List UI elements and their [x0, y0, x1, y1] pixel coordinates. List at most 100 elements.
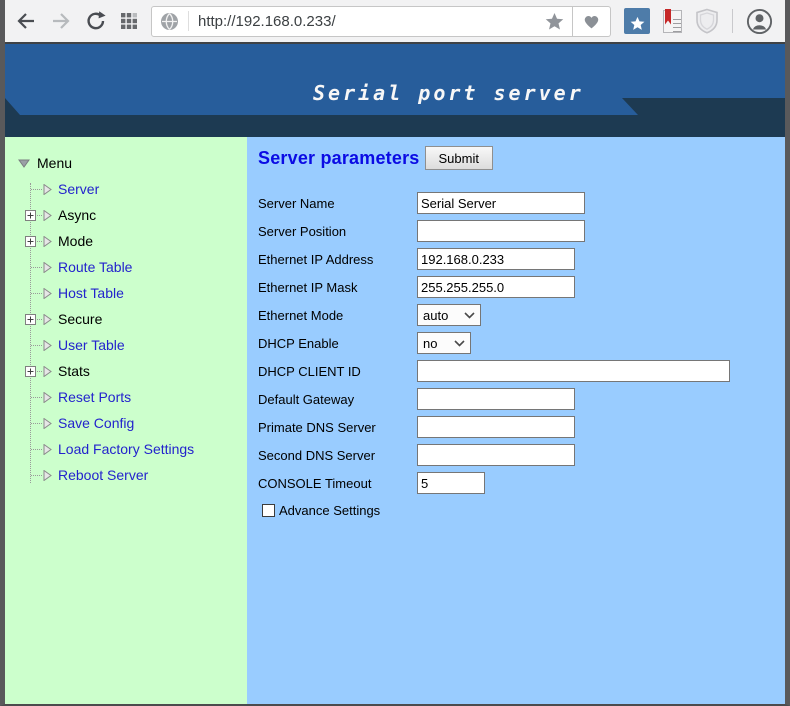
address-separator — [188, 11, 189, 31]
arrow-right-icon — [43, 366, 52, 377]
expand-plus-icon[interactable] — [25, 236, 36, 247]
extension-reading-list-button[interactable] — [663, 10, 682, 33]
reload-button[interactable] — [85, 10, 107, 32]
server-position-input[interactable] — [417, 220, 585, 242]
white-star-icon — [630, 16, 645, 31]
arrow-down-icon — [18, 159, 30, 168]
apps-grid-icon — [120, 12, 138, 30]
second-dns-server-input[interactable] — [417, 444, 575, 466]
server-name-input[interactable] — [417, 192, 585, 214]
form-row-server-position: Server Position — [258, 217, 785, 245]
form-row-dhcp-enable: DHCP Enable no — [258, 329, 785, 357]
sidebar-item-label: Load Factory Settings — [58, 441, 194, 457]
dhcp-client-id-input[interactable] — [417, 360, 730, 382]
ethernet-mode-select[interactable]: auto — [417, 304, 481, 326]
arrow-right-icon — [43, 314, 52, 325]
submit-button[interactable]: Submit — [425, 146, 493, 170]
heart-button[interactable] — [573, 6, 611, 37]
arrow-right-icon — [43, 262, 52, 273]
default-gateway-input[interactable] — [417, 388, 575, 410]
advance-settings-checkbox[interactable] — [262, 504, 275, 517]
extension-star-button[interactable] — [624, 8, 650, 34]
tree-line — [31, 449, 42, 450]
field-label: Server Name — [258, 196, 417, 211]
sidebar-item-label: Server — [58, 181, 99, 197]
sidebar-item-label: Secure — [58, 311, 102, 327]
tree-line — [31, 345, 42, 346]
form-row-ethernet-ip-address: Ethernet IP Address — [258, 245, 785, 273]
arrow-right-icon — [43, 288, 52, 299]
ethernet-ip-mask-input[interactable] — [417, 276, 575, 298]
main-panel: Server parameters Submit Server Name Serv… — [247, 137, 785, 704]
sidebar-item-route-table[interactable]: Route Table — [5, 254, 247, 280]
heart-icon — [582, 12, 601, 30]
select-value: no — [423, 336, 437, 351]
sidebar-item-load-factory-settings[interactable]: Load Factory Settings — [5, 436, 247, 462]
red-bookmark-ribbon-icon — [665, 9, 671, 25]
bookmark-star-icon[interactable] — [545, 12, 564, 31]
tree-line — [31, 267, 42, 268]
sidebar-item-label: Mode — [58, 233, 93, 249]
form-row-primate-dns-server: Primate DNS Server — [258, 413, 785, 441]
address-bar[interactable]: http://192.168.0.233/ — [151, 6, 573, 37]
sidebar-items: Server Async Mode Route Table Host Table Secu… — [5, 176, 247, 488]
sidebar-root-label: Menu — [37, 155, 72, 171]
extension-shield-button[interactable] — [695, 8, 719, 34]
sidebar-item-async[interactable]: Async — [5, 202, 247, 228]
sidebar-item-label: Route Table — [58, 259, 132, 275]
field-label: CONSOLE Timeout — [258, 476, 417, 491]
page-content: Menu Server Async Mode Route Table Host Tabl… — [5, 137, 785, 704]
apps-grid-button[interactable] — [120, 12, 138, 30]
banner: Serial port server — [5, 44, 785, 137]
expand-plus-icon[interactable] — [25, 210, 36, 221]
field-label: DHCP Enable — [258, 336, 417, 351]
arrow-right-icon — [43, 418, 52, 429]
advance-settings-row: Advance Settings — [258, 503, 785, 518]
dhcp-enable-select[interactable]: no — [417, 332, 471, 354]
sidebar-item-label: Save Config — [58, 415, 134, 431]
sidebar-root-menu[interactable]: Menu — [5, 150, 247, 176]
url-text: http://192.168.0.233/ — [198, 13, 545, 30]
sidebar-item-label: Reset Ports — [58, 389, 131, 405]
back-button[interactable] — [15, 10, 37, 32]
field-label: Default Gateway — [258, 392, 417, 407]
sidebar-item-server[interactable]: Server — [5, 176, 247, 202]
console-timeout-input[interactable] — [417, 472, 485, 494]
tree-line — [31, 475, 42, 476]
sidebar-item-mode[interactable]: Mode — [5, 228, 247, 254]
sidebar-item-reboot-server[interactable]: Reboot Server — [5, 462, 247, 488]
sidebar-item-reset-ports[interactable]: Reset Ports — [5, 384, 247, 410]
reload-icon — [85, 10, 107, 32]
ethernet-ip-address-input[interactable] — [417, 248, 575, 270]
sidebar-item-user-table[interactable]: User Table — [5, 332, 247, 358]
form-row-ethernet-ip-mask: Ethernet IP Mask — [258, 273, 785, 301]
sidebar-item-label: User Table — [58, 337, 125, 353]
tree-line — [31, 293, 42, 294]
sidebar-item-host-table[interactable]: Host Table — [5, 280, 247, 306]
sidebar-item-stats[interactable]: Stats — [5, 358, 247, 384]
field-label: Ethernet IP Mask — [258, 280, 417, 295]
expand-plus-icon[interactable] — [25, 314, 36, 325]
advance-settings-label: Advance Settings — [279, 503, 380, 518]
heading-row: Server parameters Submit — [258, 146, 785, 170]
field-label: Primate DNS Server — [258, 420, 417, 435]
profile-button[interactable] — [746, 8, 773, 35]
sidebar-item-secure[interactable]: Secure — [5, 306, 247, 332]
arrow-right-icon — [43, 236, 52, 247]
chevron-down-icon — [454, 340, 465, 347]
form-row-dhcp-client-id: DHCP CLIENT ID — [258, 357, 785, 385]
primate-dns-server-input[interactable] — [417, 416, 575, 438]
sidebar-item-save-config[interactable]: Save Config — [5, 410, 247, 436]
sidebar-item-label: Stats — [58, 363, 90, 379]
shield-icon — [695, 8, 719, 34]
form-row-ethernet-mode: Ethernet Modeauto — [258, 301, 785, 329]
toolbar-divider — [732, 9, 733, 33]
expand-plus-icon[interactable] — [25, 366, 36, 377]
arrow-right-icon — [43, 210, 52, 221]
sidebar-item-label: Host Table — [58, 285, 124, 301]
form-row-second-dns-server: Second DNS Server — [258, 441, 785, 469]
tree-line — [31, 189, 42, 190]
form-row-default-gateway: Default Gateway — [258, 385, 785, 413]
forward-button[interactable] — [50, 10, 72, 32]
arrow-right-icon — [43, 184, 52, 195]
